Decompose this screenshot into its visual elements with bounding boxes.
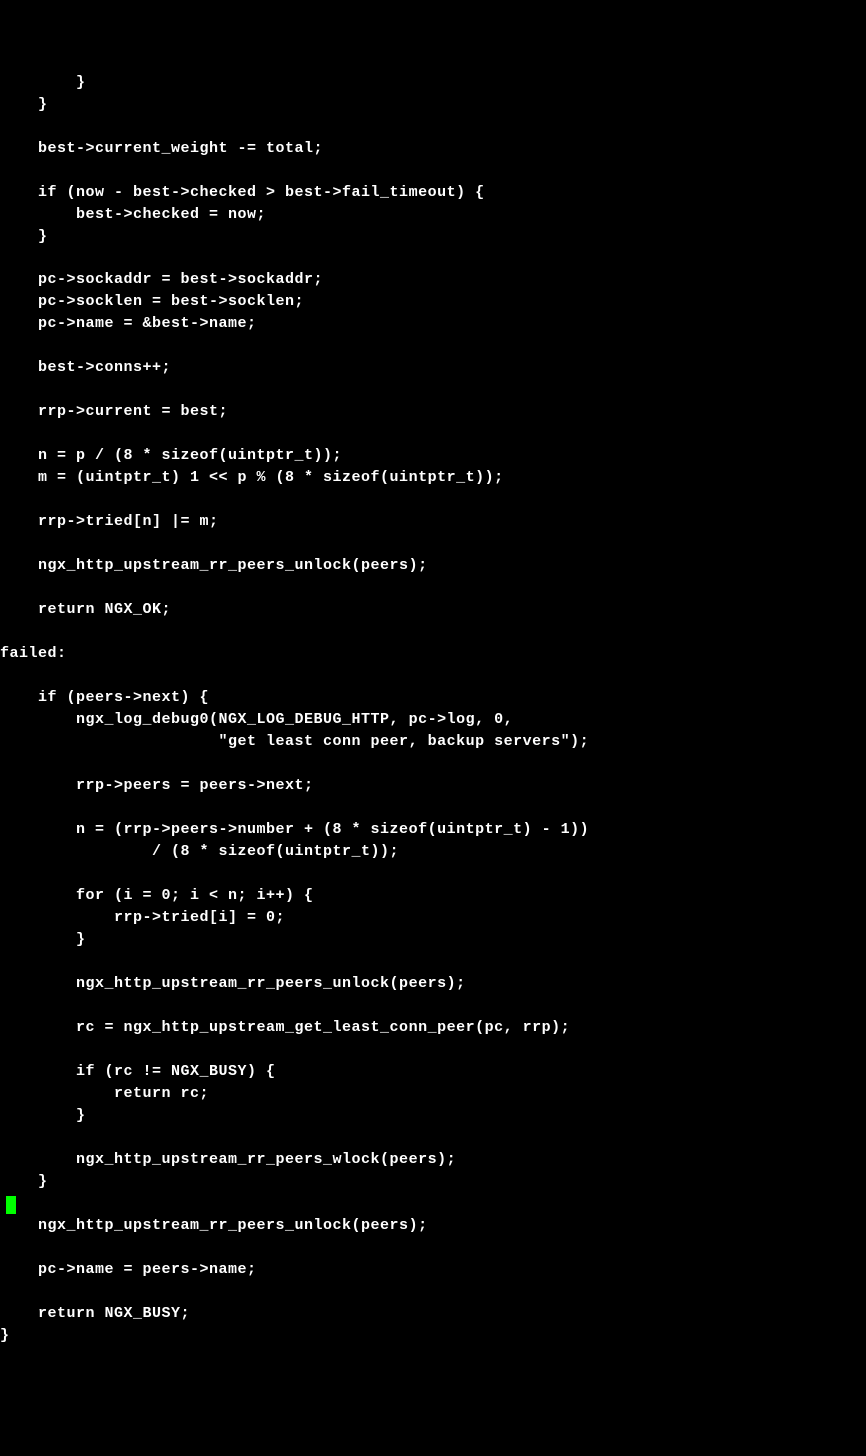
code-line xyxy=(0,1283,866,1301)
code-line: } xyxy=(0,931,866,949)
code-line: n = (rrp->peers->number + (8 * sizeof(ui… xyxy=(0,821,866,839)
code-line: ngx_http_upstream_rr_peers_wlock(peers); xyxy=(0,1151,866,1169)
code-line xyxy=(0,755,866,773)
code-line: ngx_http_upstream_rr_peers_unlock(peers)… xyxy=(0,557,866,575)
code-line xyxy=(0,118,866,136)
code-line: } xyxy=(0,228,866,246)
code-line: } xyxy=(0,1107,866,1125)
code-line: n = p / (8 * sizeof(uintptr_t)); xyxy=(0,447,866,465)
code-line xyxy=(0,623,866,641)
code-line xyxy=(0,425,866,443)
code-line: rrp->tried[i] = 0; xyxy=(0,909,866,927)
code-line: best->conns++; xyxy=(0,359,866,377)
code-line xyxy=(0,1239,866,1257)
code-line xyxy=(0,337,866,355)
code-line xyxy=(0,579,866,597)
code-line: pc->name = peers->name; xyxy=(0,1261,866,1279)
code-line: pc->name = &best->name; xyxy=(0,315,866,333)
code-line: if (peers->next) { xyxy=(0,689,866,707)
code-line: rrp->tried[n] |= m; xyxy=(0,513,866,531)
code-line xyxy=(0,997,866,1015)
code-line: return NGX_BUSY; xyxy=(0,1305,866,1323)
code-line: m = (uintptr_t) 1 << p % (8 * sizeof(uin… xyxy=(0,469,866,487)
code-line: rrp->peers = peers->next; xyxy=(0,777,866,795)
code-line: } xyxy=(0,74,866,92)
code-line: "get least conn peer, backup servers"); xyxy=(0,733,866,751)
code-line xyxy=(0,381,866,399)
code-editor[interactable]: } } best->current_weight -= total; if (n… xyxy=(0,74,866,1346)
code-line xyxy=(0,491,866,509)
code-line: ngx_http_upstream_rr_peers_unlock(peers)… xyxy=(0,975,866,993)
code-line xyxy=(0,1041,866,1059)
code-line: pc->socklen = best->socklen; xyxy=(0,293,866,311)
code-line: } xyxy=(0,1327,866,1345)
code-line: / (8 * sizeof(uintptr_t)); xyxy=(0,843,866,861)
code-line: pc->sockaddr = best->sockaddr; xyxy=(0,271,866,289)
code-line: best->current_weight -= total; xyxy=(0,140,866,158)
text-cursor xyxy=(6,1196,16,1214)
code-line xyxy=(0,535,866,553)
code-line: } xyxy=(0,1173,866,1191)
code-line: best->checked = now; xyxy=(0,206,866,224)
code-line: return NGX_OK; xyxy=(0,601,866,619)
code-line xyxy=(0,865,866,883)
code-line xyxy=(0,162,866,180)
code-line: if (rc != NGX_BUSY) { xyxy=(0,1063,866,1081)
code-line: ngx_log_debug0(NGX_LOG_DEBUG_HTTP, pc->l… xyxy=(0,711,866,729)
code-line xyxy=(0,1195,866,1213)
code-line: rrp->current = best; xyxy=(0,403,866,421)
code-line: ngx_http_upstream_rr_peers_unlock(peers)… xyxy=(0,1217,866,1235)
code-line xyxy=(0,953,866,971)
code-line: rc = ngx_http_upstream_get_least_conn_pe… xyxy=(0,1019,866,1037)
code-line xyxy=(0,250,866,268)
code-line: if (now - best->checked > best->fail_tim… xyxy=(0,184,866,202)
code-line xyxy=(0,667,866,685)
code-line xyxy=(0,799,866,817)
code-line: return rc; xyxy=(0,1085,866,1103)
code-line: failed: xyxy=(0,645,866,663)
code-line xyxy=(0,1129,866,1147)
code-line: for (i = 0; i < n; i++) { xyxy=(0,887,866,905)
code-line: } xyxy=(0,96,866,114)
